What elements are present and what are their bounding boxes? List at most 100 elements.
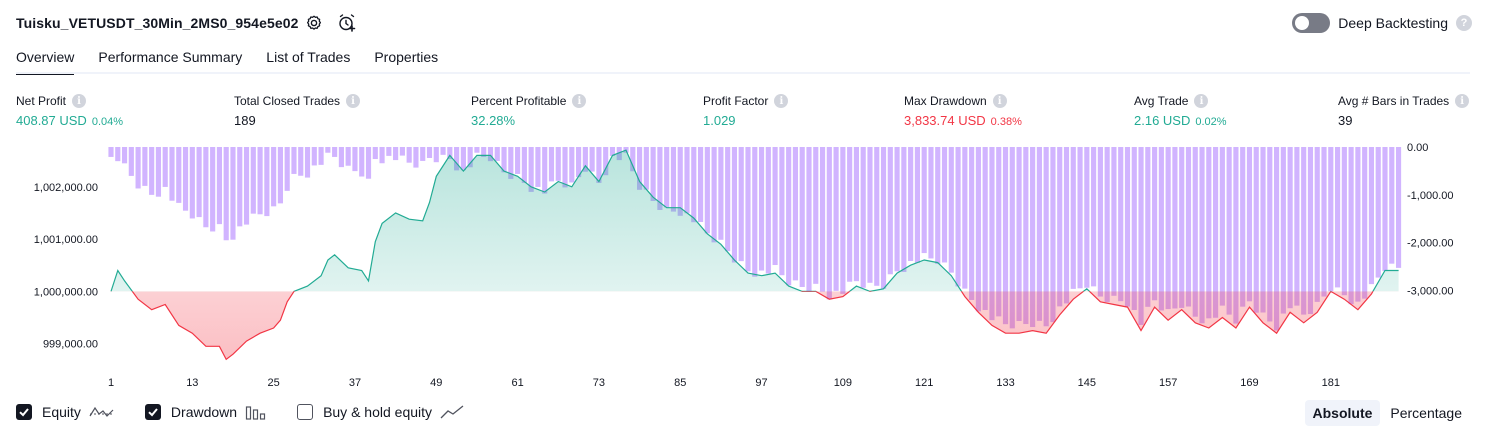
drawdown-bar: [325, 147, 331, 153]
drawdown-bar: [203, 147, 209, 228]
info-icon[interactable]: i: [1194, 94, 1209, 108]
drawdown-bar: [650, 147, 656, 201]
tab-overview[interactable]: Overview: [16, 48, 75, 75]
legend-drawdown[interactable]: Drawdown: [144, 404, 267, 420]
scale-mode-selector: Absolute Percentage: [1303, 400, 1471, 426]
drawdown-bar: [908, 147, 914, 261]
info-icon[interactable]: i: [1455, 94, 1470, 108]
metric-value: 1.029: [703, 113, 736, 128]
drawdown-bar: [569, 147, 575, 183]
drawdown-bar: [264, 147, 270, 217]
drawdown-bar: [1063, 147, 1070, 304]
drawdown-bar: [935, 147, 941, 264]
drawdown-checkbox[interactable]: [144, 404, 161, 420]
info-icon[interactable]: i: [992, 94, 1007, 108]
drawdown-bar: [474, 147, 480, 153]
legend-equity[interactable]: Equity: [16, 404, 115, 420]
x-tick-label: 145: [1078, 377, 1096, 389]
deep-backtesting-label[interactable]: Deep Backtesting: [1338, 15, 1448, 31]
metric-max-drawdown: Max Drawdown i 3,833.74 USD 0.38%: [904, 94, 1022, 128]
info-icon[interactable]: i: [72, 94, 87, 108]
drawdown-bar: [1355, 147, 1361, 302]
metric-label: Max Drawdown: [904, 94, 987, 108]
drawdown-bar: [515, 147, 521, 174]
metric-value: 189: [234, 113, 256, 128]
tab-bar: Overview Performance Summary List of Tra…: [16, 48, 462, 75]
legend-drawdown-label: Drawdown: [170, 404, 238, 420]
left-axis: 1,002,000.00 1,001,000.00 1,000,000.00 999,…: [34, 182, 98, 351]
drawdown-bar: [237, 147, 243, 227]
drawdown-bar: [359, 147, 365, 177]
percentage-button[interactable]: Percentage: [1382, 400, 1470, 426]
drawdown-bar: [250, 147, 256, 214]
drawdown-bar: [1294, 147, 1300, 306]
right-axis: 0.00 -1,000.00 -2,000.00 -3,000.00: [1407, 142, 1453, 297]
legend-buy-hold-equity[interactable]: Buy & hold equity: [297, 404, 464, 420]
equity-checkbox[interactable]: [16, 404, 32, 420]
drawdown-bar: [725, 147, 731, 252]
drawdown-bar: [379, 147, 385, 164]
drawdown-bar: [799, 147, 805, 287]
drawdown-bar: [535, 147, 541, 187]
drawdown-bar: [1192, 147, 1198, 317]
drawdown-bars-icon: [245, 406, 266, 420]
x-tick-label: 13: [186, 377, 198, 389]
x-tick-label: 1: [108, 377, 114, 389]
drawdown-bar: [792, 147, 799, 281]
gear-icon[interactable]: [304, 13, 324, 33]
drawdown-bar: [664, 147, 670, 208]
drawdown-bar: [684, 147, 690, 214]
drawdown-bar: [223, 147, 229, 241]
right-tick-label: 0.00: [1407, 142, 1428, 154]
x-tick-label: 109: [834, 377, 852, 389]
tab-properties[interactable]: Properties: [374, 48, 438, 75]
drawdown-bar: [142, 147, 148, 186]
help-icon[interactable]: ?: [1456, 15, 1472, 31]
drawdown-bar: [975, 147, 981, 312]
drawdown-bar: [670, 147, 677, 212]
x-tick-label: 37: [349, 377, 361, 389]
metric-label: Avg # Bars in Trades: [1338, 94, 1450, 108]
drawdown-bar: [643, 147, 649, 190]
drawdown-bar: [813, 147, 819, 284]
info-icon[interactable]: i: [346, 94, 361, 108]
drawdown-bar: [1145, 147, 1151, 307]
right-tick-label: -2,000.00: [1407, 238, 1453, 250]
absolute-button[interactable]: Absolute: [1304, 400, 1381, 426]
tab-list-of-trades[interactable]: List of Trades: [266, 48, 350, 75]
drawdown-bar: [399, 147, 405, 156]
tab-performance-summary[interactable]: Performance Summary: [98, 48, 242, 75]
drawdown-bar: [982, 147, 988, 310]
drawdown-bar: [555, 147, 561, 181]
drawdown-bar: [1307, 147, 1314, 315]
left-tick-label: 1,002,000.00: [34, 182, 98, 194]
toggle-knob: [1295, 16, 1310, 30]
drawdown-bar: [969, 147, 975, 300]
drawdown-bar: [460, 147, 466, 171]
metric-total-closed-trades: Total Closed Trades i 189: [234, 94, 361, 128]
drawdown-bar: [738, 147, 744, 262]
drawdown-bar: [880, 147, 887, 289]
drawdown-bar: [1084, 147, 1090, 288]
drawdown-bar: [304, 147, 311, 178]
drawdown-bar: [1219, 147, 1225, 306]
metric-percent: 0.04%: [91, 116, 124, 128]
strategy-title: Tuisku_VETUSDT_30Min_2MS0_954e5e02: [16, 15, 299, 31]
drawdown-bar: [108, 147, 114, 157]
drawdown-bar: [230, 147, 236, 240]
drawdown-bar: [1158, 147, 1164, 311]
drawdown-bar: [1240, 147, 1246, 307]
drawdown-bar: [1246, 147, 1253, 302]
info-icon[interactable]: i: [774, 94, 789, 108]
metric-label: Profit Factor: [703, 94, 769, 108]
drawdown-bar: [1179, 147, 1185, 308]
equity-drawdown-chart[interactable]: 1,002,000.00 1,001,000.00 1,000,000.00 999,…: [0, 140, 1486, 395]
deep-backtesting-control: Deep Backtesting ?: [1292, 13, 1472, 33]
info-icon[interactable]: i: [572, 94, 587, 108]
deep-backtesting-toggle[interactable]: [1292, 13, 1331, 33]
x-tick-label: 25: [268, 377, 280, 389]
drawdown-bar: [1253, 147, 1259, 313]
add-alert-icon[interactable]: [337, 13, 357, 33]
drawdown-bar: [562, 147, 568, 188]
buy-hold-checkbox[interactable]: [297, 404, 314, 420]
